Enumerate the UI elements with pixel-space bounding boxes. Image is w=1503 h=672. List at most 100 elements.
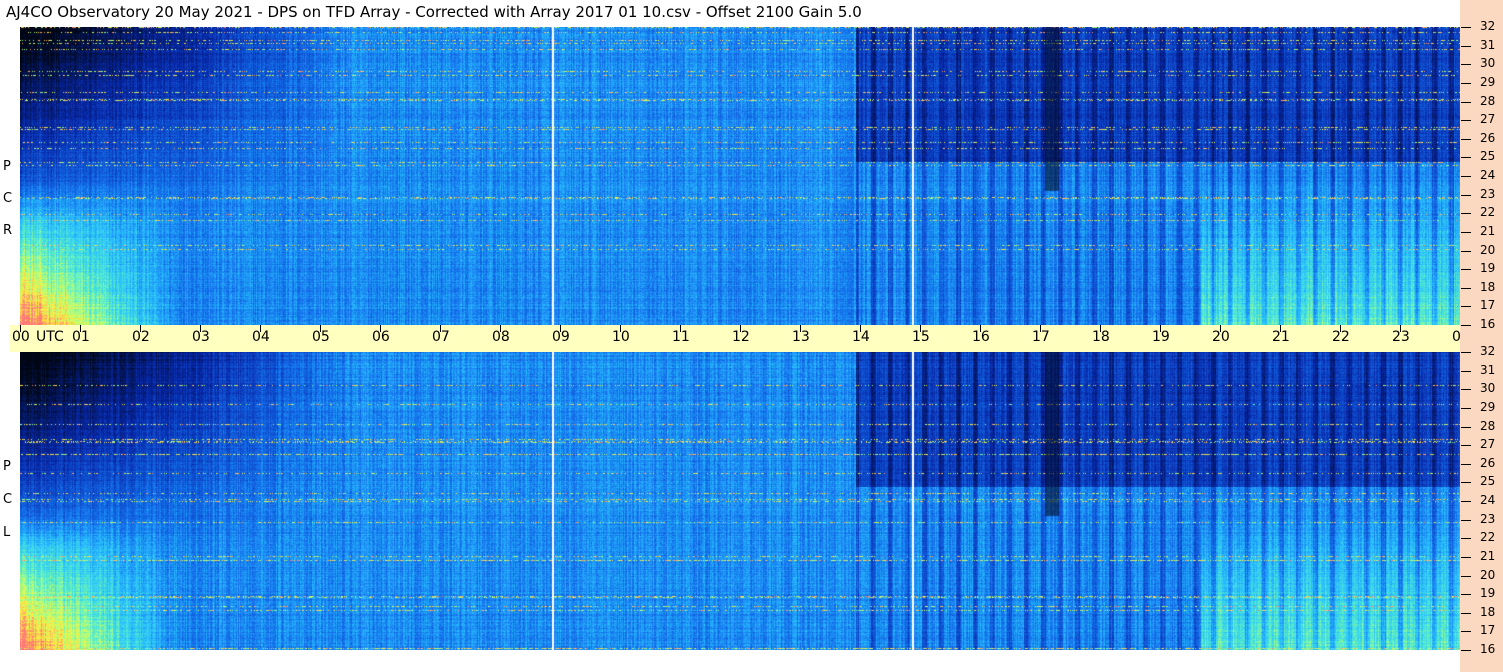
time-tick-label: 08 bbox=[492, 329, 510, 345]
freq-tick-label: 27 bbox=[1480, 437, 1496, 452]
chart-title: AJ4CO Observatory 20 May 2021 - DPS on T… bbox=[6, 3, 862, 21]
freq-tick-mark bbox=[1461, 138, 1471, 140]
rcp-spectrogram bbox=[20, 27, 1460, 325]
freq-tick-label: 19 bbox=[1480, 261, 1496, 276]
freq-tick-label: 31 bbox=[1480, 37, 1496, 52]
freq-tick-label: 32 bbox=[1480, 344, 1496, 358]
freq-tick-label: 17 bbox=[1480, 623, 1496, 638]
rcp-spectrogram-canvas bbox=[20, 27, 1460, 325]
freq-tick-mark bbox=[1461, 538, 1471, 540]
rcp-letter-c: C bbox=[3, 191, 13, 206]
freq-tick-mark bbox=[1461, 594, 1471, 596]
freq-tick-mark bbox=[1461, 631, 1471, 633]
freq-tick-label: 30 bbox=[1480, 56, 1496, 71]
freq-tick-label: 25 bbox=[1480, 149, 1496, 164]
time-tick-label: 20 bbox=[1212, 329, 1230, 345]
freq-tick-mark bbox=[1461, 325, 1471, 326]
freq-tick-mark bbox=[1461, 231, 1471, 233]
lcp-letter-p: P bbox=[3, 459, 11, 474]
freq-tick-mark bbox=[1461, 519, 1471, 521]
freq-tick-label: 20 bbox=[1480, 242, 1496, 257]
freq-tick-mark bbox=[1461, 445, 1471, 447]
freq-tick-label: 25 bbox=[1480, 474, 1496, 489]
freq-tick-label: 27 bbox=[1480, 112, 1496, 127]
freq-tick-mark bbox=[1461, 389, 1471, 391]
time-tick-label: 23 bbox=[1392, 329, 1410, 345]
freq-tick-label: 24 bbox=[1480, 168, 1496, 182]
time-tick-label: 09 bbox=[552, 329, 570, 345]
freq-tick-mark bbox=[1461, 250, 1471, 252]
time-tick-label: 19 bbox=[1152, 329, 1170, 345]
freq-tick-label: 19 bbox=[1480, 586, 1496, 601]
freq-tick-mark bbox=[1461, 352, 1471, 353]
lcp-letter-c: C bbox=[3, 492, 13, 507]
freq-tick-label: 22 bbox=[1480, 205, 1496, 220]
freq-tick-label: 20 bbox=[1480, 567, 1496, 582]
rcp-letter-p: P bbox=[3, 159, 11, 174]
time-tick-label: 10 bbox=[612, 329, 630, 345]
freq-tick-label: 31 bbox=[1480, 362, 1496, 377]
rcp-letter-r: R bbox=[3, 223, 13, 238]
time-tick-label: 00 bbox=[12, 329, 30, 345]
freq-tick-mark bbox=[1461, 463, 1471, 465]
freq-tick-mark bbox=[1461, 45, 1471, 47]
time-tick-label: 04 bbox=[252, 329, 270, 345]
freq-tick-label: 29 bbox=[1480, 399, 1496, 414]
freq-tick-mark bbox=[1461, 194, 1471, 196]
time-tick-label: 18 bbox=[1092, 329, 1110, 345]
freq-tick-label: 26 bbox=[1480, 130, 1496, 145]
freq-tick-label: 18 bbox=[1480, 279, 1496, 294]
time-tick-label: 16 bbox=[972, 329, 990, 345]
time-tick-label: 13 bbox=[792, 329, 810, 345]
lcp-letter-l: L bbox=[3, 525, 11, 540]
freq-tick-mark bbox=[1461, 575, 1471, 577]
freq-tick-mark bbox=[1461, 407, 1471, 409]
freq-tick-label: 17 bbox=[1480, 298, 1496, 313]
freq-tick-mark bbox=[1461, 157, 1471, 159]
time-tick-label: 22 bbox=[1332, 329, 1350, 345]
freq-tick-label: 28 bbox=[1480, 418, 1496, 433]
freq-tick-mark bbox=[1461, 306, 1471, 308]
freq-tick-label: 26 bbox=[1480, 455, 1496, 470]
time-tick-label: 12 bbox=[732, 329, 750, 345]
freq-tick-label: 16 bbox=[1480, 317, 1496, 331]
lcp-label-gutter: P C L bbox=[0, 352, 20, 650]
freq-tick-mark bbox=[1461, 501, 1471, 502]
time-tick-label: 11 bbox=[672, 329, 690, 345]
freq-tick-mark bbox=[1461, 64, 1471, 66]
freq-tick-mark bbox=[1461, 269, 1471, 271]
freq-tick-label: 22 bbox=[1480, 530, 1496, 545]
freq-tick-label: 21 bbox=[1480, 548, 1496, 563]
time-tick-label: 05 bbox=[312, 329, 330, 345]
freq-tick-label: 28 bbox=[1480, 93, 1496, 108]
time-tick-label: 14 bbox=[852, 329, 870, 345]
freq-tick-mark bbox=[1461, 650, 1471, 651]
freq-tick-mark bbox=[1461, 101, 1471, 103]
time-tick-label: 06 bbox=[372, 329, 390, 345]
time-tick-label: 01 bbox=[72, 329, 90, 345]
freq-tick-mark bbox=[1461, 370, 1471, 372]
freq-tick-mark bbox=[1461, 482, 1471, 484]
freq-tick-mark bbox=[1461, 426, 1471, 428]
freq-tick-label: 29 bbox=[1480, 74, 1496, 89]
freq-tick-label: 32 bbox=[1480, 19, 1496, 33]
freq-tick-label: 18 bbox=[1480, 604, 1496, 619]
freq-tick-mark bbox=[1461, 556, 1471, 558]
freq-tick-mark bbox=[1461, 176, 1471, 177]
time-tick-label: 21 bbox=[1272, 329, 1290, 345]
freq-tick-mark bbox=[1461, 612, 1471, 614]
freq-tick-mark bbox=[1461, 82, 1471, 84]
freq-tick-mark bbox=[1461, 213, 1471, 215]
rcp-label-gutter: P C R bbox=[0, 27, 20, 325]
freq-tick-mark bbox=[1461, 287, 1471, 289]
freq-tick-label: 23 bbox=[1480, 186, 1496, 201]
freq-tick-label: 23 bbox=[1480, 511, 1496, 526]
freq-tick-label: 16 bbox=[1480, 642, 1496, 656]
utc-unit-label: UTC bbox=[36, 329, 64, 345]
time-tick-label: 07 bbox=[432, 329, 450, 345]
freq-tick-label: 30 bbox=[1480, 381, 1496, 396]
freq-tick-mark bbox=[1461, 27, 1471, 28]
time-tick-label: 03 bbox=[192, 329, 210, 345]
freq-tick-label: 24 bbox=[1480, 493, 1496, 507]
lcp-spectrogram-canvas bbox=[20, 352, 1460, 650]
